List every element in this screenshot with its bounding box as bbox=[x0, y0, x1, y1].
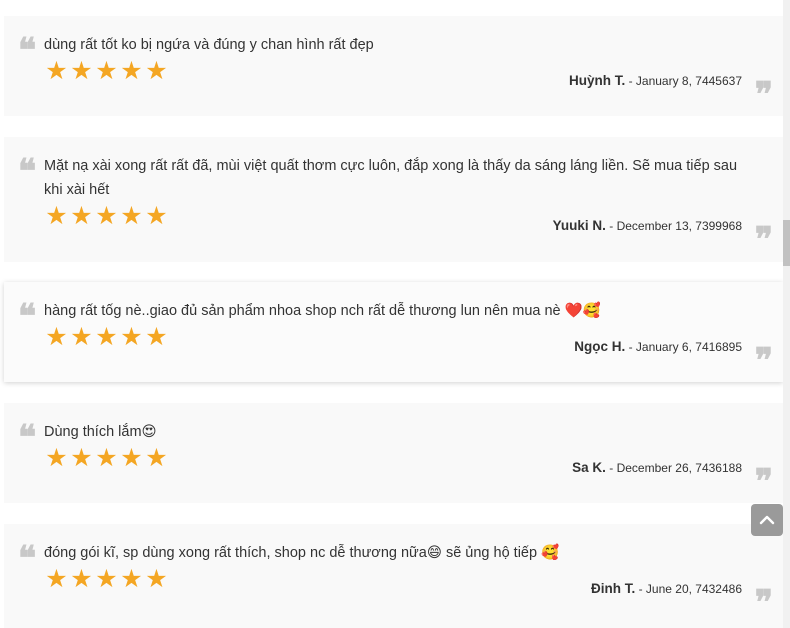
review-text: dùng rất tốt ko bị ngứa và đúng y chan h… bbox=[44, 37, 374, 53]
review-card: ❝ dùng rất tốt ko bị ngứa và đúng y chan… bbox=[4, 16, 783, 116]
star-icon: ★ bbox=[145, 323, 168, 351]
star-icon: ★ bbox=[95, 57, 118, 85]
review-date: - December 26, 7436188 bbox=[609, 461, 742, 475]
review-author: Ngọc H. bbox=[574, 339, 626, 354]
review-meta: Sa K. - December 26, 7436188 bbox=[572, 460, 742, 475]
star-icon: ★ bbox=[145, 202, 168, 230]
review-author: Huỳnh T. bbox=[568, 73, 626, 88]
star-icon: ★ bbox=[120, 202, 143, 230]
star-icon: ★ bbox=[45, 57, 68, 85]
back-to-top-button[interactable] bbox=[751, 504, 783, 536]
quote-open-icon: ❝ bbox=[18, 539, 37, 579]
quote-close-icon: ❞ bbox=[754, 462, 773, 502]
star-icon: ★ bbox=[95, 444, 118, 472]
star-icon: ★ bbox=[95, 323, 118, 351]
review-card: ❝ Dùng thích lắm😍 ★ ★ ★ ★ ★ Sa K. - December… bbox=[4, 403, 783, 503]
star-icon: ★ bbox=[145, 444, 168, 472]
star-icon: ★ bbox=[45, 444, 68, 472]
star-rating: ★ ★ ★ ★ ★ bbox=[44, 59, 169, 84]
review-date: - January 6, 7416895 bbox=[628, 340, 742, 354]
chevron-up-icon bbox=[759, 515, 775, 525]
review-meta: Huỳnh T. - January 8, 7445637 bbox=[569, 73, 742, 88]
review-card: ❝ hàng rất tốg nè..giao đủ sản phẩm nhoa… bbox=[4, 282, 783, 382]
review-date: - January 8, 7445637 bbox=[628, 74, 742, 88]
star-icon: ★ bbox=[120, 444, 143, 472]
star-icon: ★ bbox=[95, 202, 118, 230]
review-text: Dùng thích lắm😍 bbox=[44, 424, 157, 440]
review-card: ❝ Mặt nạ xài xong rất rất đã, mùi việt q… bbox=[4, 137, 783, 262]
reviews-viewport: ❝ dùng rất tốt ko bị ngứa và đúng y chan… bbox=[0, 0, 790, 628]
star-icon: ★ bbox=[145, 57, 168, 85]
quote-close-icon: ❞ bbox=[754, 583, 773, 623]
star-icon: ★ bbox=[70, 323, 93, 351]
star-rating: ★ ★ ★ ★ ★ bbox=[44, 446, 169, 471]
star-icon: ★ bbox=[70, 444, 93, 472]
review-meta: Yuuki N. - December 13, 7399968 bbox=[553, 218, 742, 233]
review-date: - December 13, 7399968 bbox=[609, 219, 742, 233]
quote-close-icon: ❞ bbox=[754, 220, 773, 260]
review-card: ❝ đóng gói kĩ, sp dùng xong rất thích, s… bbox=[4, 524, 783, 628]
star-icon: ★ bbox=[70, 565, 93, 593]
review-text: hàng rất tốg nè..giao đủ sản phẩm nhoa s… bbox=[44, 303, 601, 319]
review-author: Đinh T. bbox=[590, 581, 636, 596]
quote-open-icon: ❝ bbox=[18, 31, 37, 71]
review-meta: Đinh T. - June 20, 7432486 bbox=[591, 581, 742, 596]
quote-open-icon: ❝ bbox=[18, 297, 37, 337]
review-text: đóng gói kĩ, sp dùng xong rất thích, sho… bbox=[44, 545, 560, 561]
review-meta: Ngọc H. - January 6, 7416895 bbox=[574, 339, 742, 354]
quote-close-icon: ❞ bbox=[754, 341, 773, 381]
star-icon: ★ bbox=[120, 323, 143, 351]
quote-close-icon: ❞ bbox=[754, 75, 773, 115]
star-icon: ★ bbox=[145, 565, 168, 593]
star-icon: ★ bbox=[95, 565, 118, 593]
star-rating: ★ ★ ★ ★ ★ bbox=[44, 204, 169, 229]
star-icon: ★ bbox=[45, 565, 68, 593]
quote-open-icon: ❝ bbox=[18, 418, 37, 458]
star-rating: ★ ★ ★ ★ ★ bbox=[44, 567, 169, 592]
star-icon: ★ bbox=[45, 323, 68, 351]
star-icon: ★ bbox=[70, 57, 93, 85]
star-icon: ★ bbox=[45, 202, 68, 230]
star-icon: ★ bbox=[70, 202, 93, 230]
quote-open-icon: ❝ bbox=[18, 152, 37, 192]
star-icon: ★ bbox=[120, 57, 143, 85]
star-rating: ★ ★ ★ ★ ★ bbox=[44, 325, 169, 350]
scrollbar-thumb[interactable] bbox=[783, 220, 790, 266]
star-icon: ★ bbox=[120, 565, 143, 593]
review-author: Sa K. bbox=[572, 460, 606, 475]
scrollbar[interactable] bbox=[783, 0, 790, 628]
review-text: Mặt nạ xài xong rất rất đã, mùi việt quấ… bbox=[44, 158, 738, 198]
review-author: Yuuki N. bbox=[552, 218, 606, 233]
review-date: - June 20, 7432486 bbox=[638, 582, 742, 596]
